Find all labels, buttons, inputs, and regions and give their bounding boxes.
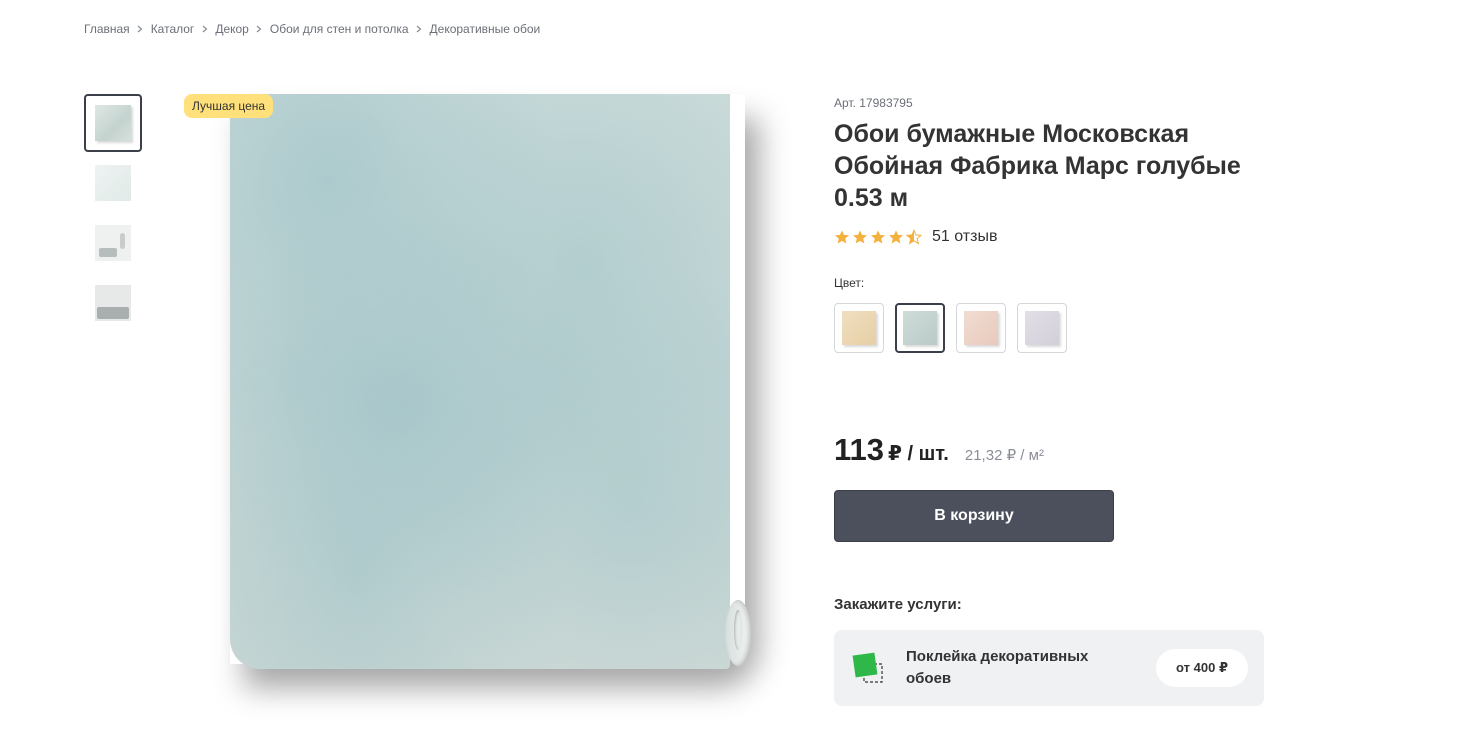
reviews-link[interactable]: 51 отзыв [932, 228, 997, 246]
thumbnail-image [95, 105, 131, 141]
thumbnail-1[interactable] [84, 94, 142, 152]
star-half-icon [906, 229, 922, 245]
thumbnail-4[interactable] [84, 274, 142, 332]
best-price-badge: Лучшая цена [184, 94, 274, 118]
color-option-lilac[interactable] [1017, 303, 1067, 353]
services-title: Закажите услуги: [834, 596, 962, 613]
breadcrumb: Главная Каталог Декор Обои для стен и по… [84, 22, 540, 36]
price-row: 113 ₽ / шт. 21,32 ₽ / м² [834, 432, 1044, 468]
color-options [834, 303, 1078, 353]
breadcrumb-link-home[interactable]: Главная [84, 22, 130, 36]
price-per-square-meter: 21,32 ₽ / м² [964, 447, 1044, 464]
breadcrumb-link-decorative-wallpapers[interactable]: Декоративные обои [430, 22, 541, 36]
product-sku: Арт. 17983795 [834, 96, 913, 110]
thumbnail-image [95, 285, 131, 321]
chevron-right-icon [130, 25, 151, 33]
service-card-wallpapering[interactable]: Поклейка декоративных обоев от 400 ₽ [834, 630, 1264, 706]
add-to-cart-button[interactable]: В корзину [834, 490, 1114, 542]
color-option-beige[interactable] [834, 303, 884, 353]
color-chip [842, 311, 876, 345]
breadcrumb-link-wallpapers[interactable]: Обои для стен и потолка [270, 22, 409, 36]
thumbnail-image [95, 225, 131, 261]
star-icon [835, 230, 849, 244]
product-rating: 51 отзыв [834, 228, 997, 246]
thumbnail-3[interactable] [84, 214, 142, 272]
color-chip [964, 311, 998, 345]
thumbnail-2[interactable] [84, 154, 142, 212]
color-chip [903, 311, 937, 345]
product-title: Обои бумажные Московская Обойная Фабрика… [834, 120, 1241, 212]
price-value: 113 [834, 432, 885, 467]
breadcrumb-link-catalog[interactable]: Каталог [151, 22, 195, 36]
color-label: Цвет: [834, 276, 865, 290]
star-icon [871, 230, 885, 244]
breadcrumb-link-decor[interactable]: Декор [215, 22, 249, 36]
wallpaper-service-icon [852, 652, 883, 683]
chevron-right-icon [409, 25, 430, 33]
service-price: от 400 ₽ [1156, 649, 1248, 687]
thumbnail-image [95, 165, 131, 201]
color-chip [1025, 311, 1059, 345]
star-icon [853, 230, 867, 244]
color-option-pink[interactable] [956, 303, 1006, 353]
thumbnail-list [84, 94, 144, 334]
wallpaper-roll-end [725, 600, 751, 666]
service-name: Поклейка декоративных обоев [906, 648, 1089, 687]
chevron-right-icon [249, 25, 270, 33]
color-option-blue[interactable] [895, 303, 945, 353]
chevron-right-icon [194, 25, 215, 33]
star-icon [889, 230, 903, 244]
price-unit: ₽ / шт. [888, 443, 949, 465]
wallpaper-roll [230, 94, 730, 669]
